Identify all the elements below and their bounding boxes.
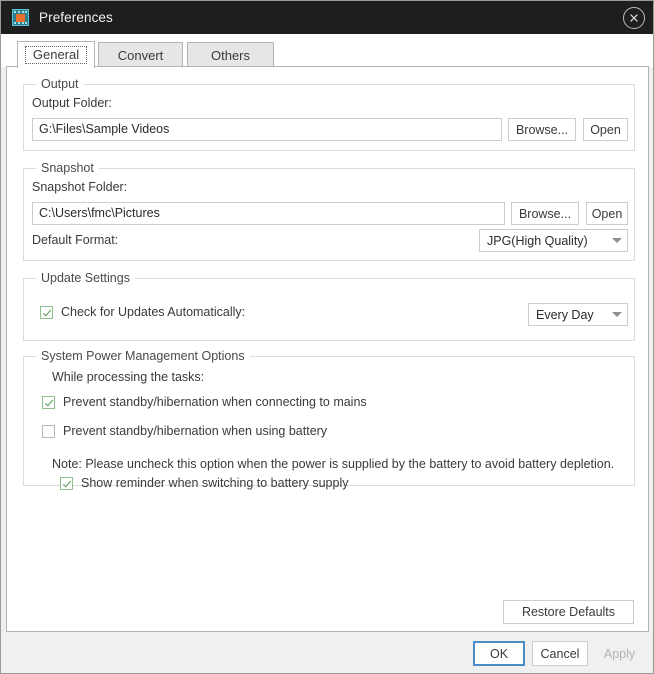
snapshot-browse-button[interactable]: Browse... [511, 202, 579, 225]
power-intro-label: While processing the tasks: [52, 370, 205, 384]
prevent-standby-mains-row[interactable]: Prevent standby/hibernation when connect… [42, 395, 367, 409]
default-format-value: JPG(High Quality) [487, 233, 588, 248]
output-group-title: Output [36, 77, 84, 91]
tab-convert[interactable]: Convert [98, 42, 183, 67]
check-updates-label: Check for Updates Automatically: [61, 305, 246, 319]
cancel-button[interactable]: Cancel [532, 641, 588, 666]
preferences-dialog: Preferences General Convert Others Outpu… [0, 0, 654, 674]
output-open-button[interactable]: Open [583, 118, 628, 141]
output-browse-button[interactable]: Browse... [508, 118, 576, 141]
output-folder-input[interactable]: G:\Files\Sample Videos [32, 118, 502, 141]
snapshot-open-button[interactable]: Open [586, 202, 628, 225]
snapshot-folder-input[interactable]: C:\Users\fmc\Pictures [32, 202, 505, 225]
default-format-label: Default Format: [32, 233, 119, 247]
restore-defaults-button[interactable]: Restore Defaults [503, 600, 634, 624]
ok-button[interactable]: OK [473, 641, 525, 666]
tab-general-label: General [24, 45, 88, 65]
show-reminder-label: Show reminder when switching to battery … [81, 476, 349, 490]
snapshot-group-title: Snapshot [36, 161, 99, 175]
prevent-standby-battery-label: Prevent standby/hibernation when using b… [63, 424, 328, 438]
title-bar: Preferences [1, 1, 653, 34]
general-tab-panel: Output Output Folder: G:\Files\Sample Vi… [6, 66, 649, 632]
power-management-group-title: System Power Management Options [36, 349, 250, 363]
chevron-down-icon [607, 312, 627, 317]
show-reminder-row[interactable]: Show reminder when switching to battery … [60, 476, 349, 490]
video-film-icon [12, 9, 29, 26]
tab-general[interactable]: General [17, 41, 95, 68]
update-settings-group-title: Update Settings [36, 271, 135, 285]
window-title: Preferences [39, 9, 113, 25]
tab-convert-label: Convert [117, 47, 164, 63]
update-frequency-select[interactable]: Every Day [528, 303, 628, 326]
prevent-standby-mains-checkbox[interactable] [42, 395, 55, 409]
prevent-standby-battery-checkbox[interactable] [42, 424, 55, 438]
snapshot-group: Snapshot Snapshot Folder: C:\Users\fmc\P… [23, 161, 635, 261]
update-settings-group: Update Settings Check for Updates Automa… [23, 271, 635, 341]
tab-others-label: Others [210, 47, 250, 63]
update-frequency-value: Every Day [536, 307, 594, 322]
tab-strip: General Convert Others [1, 34, 653, 68]
power-note-text: Note: Please uncheck this option when th… [52, 457, 615, 471]
check-updates-checkbox[interactable] [40, 305, 53, 319]
power-management-group: System Power Management Options While pr… [23, 349, 635, 490]
close-icon[interactable] [623, 7, 645, 29]
prevent-standby-mains-label: Prevent standby/hibernation when connect… [63, 395, 367, 409]
output-folder-label: Output Folder: [32, 96, 112, 110]
check-updates-checkbox-row[interactable]: Check for Updates Automatically: [40, 305, 245, 319]
apply-button: Apply [603, 646, 636, 661]
snapshot-folder-label: Snapshot Folder: [32, 180, 128, 194]
chevron-down-icon [607, 238, 627, 243]
prevent-standby-battery-row[interactable]: Prevent standby/hibernation when using b… [42, 424, 327, 438]
output-group: Output Output Folder: G:\Files\Sample Vi… [23, 77, 635, 151]
dialog-footer: OK Cancel Apply [1, 632, 653, 673]
default-format-select[interactable]: JPG(High Quality) [479, 229, 628, 252]
tab-others[interactable]: Others [187, 42, 274, 67]
show-reminder-checkbox[interactable] [60, 476, 73, 490]
